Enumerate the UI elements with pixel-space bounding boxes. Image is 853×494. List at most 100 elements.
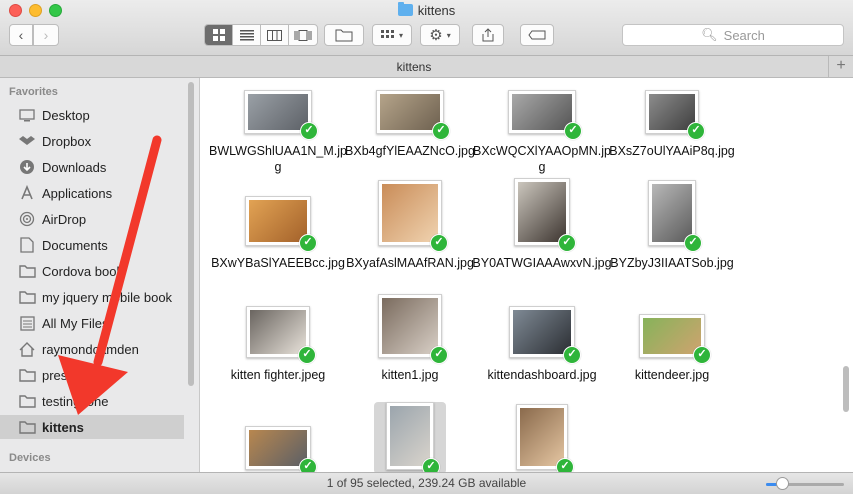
- sidebar-item-label: Cordova book: [42, 263, 123, 279]
- sidebar-item-label: presentations: [42, 367, 121, 383]
- synced-check-icon: ✓: [299, 234, 317, 252]
- sidebar-item-presentations[interactable]: presentations: [0, 363, 184, 387]
- chevron-down-icon: ▾: [398, 30, 403, 40]
- search-placeholder: Search: [723, 27, 765, 43]
- search-icon: 🔍︎: [701, 27, 718, 42]
- list-icon: [239, 29, 254, 40]
- dropbox-icon: [18, 133, 36, 149]
- home-icon: [18, 341, 36, 357]
- synced-check-icon: ✓: [430, 346, 448, 364]
- content-scrollbar[interactable]: [843, 366, 849, 412]
- columns-icon: [267, 29, 282, 41]
- devices-heading: Devices: [9, 452, 51, 464]
- icon-view-button[interactable]: [205, 25, 233, 45]
- share-icon: [482, 28, 494, 42]
- sidebar-item-desktop[interactable]: Desktop: [0, 103, 184, 127]
- tab-kittens[interactable]: kittens: [0, 60, 828, 74]
- airdrop-icon: [18, 211, 36, 227]
- sidebar: Favorites Desktop Dropbox Downloads Applica…: [0, 78, 200, 472]
- folder-icon: [18, 289, 36, 305]
- sidebar-item-testingzone[interactable]: testingzone: [0, 389, 184, 413]
- share-button[interactable]: [472, 24, 504, 46]
- file-name[interactable]: BWLWGShlUAA1N_M.jpg: [208, 143, 348, 175]
- new-folder-button[interactable]: [324, 24, 364, 46]
- sidebar-scrollbar[interactable]: [188, 82, 194, 386]
- sidebar-item-label: raymondcamden: [42, 341, 139, 357]
- file-name[interactable]: BXb4gfYlEAAZNcO.jpg: [340, 143, 480, 159]
- list-view-button[interactable]: [233, 25, 261, 45]
- arrange-button[interactable]: ▾: [372, 24, 412, 46]
- all-files-icon: [18, 315, 36, 331]
- sidebar-item-label: All My Files: [42, 315, 109, 331]
- file-name[interactable]: kittendashboard.jpg: [472, 367, 612, 383]
- action-menu-button[interactable]: ⚙ ▾: [420, 24, 460, 46]
- folder-add-icon: [335, 29, 353, 41]
- synced-check-icon: ✓: [299, 458, 317, 472]
- column-view-button[interactable]: [261, 25, 289, 45]
- status-bar: 1 of 95 selected, 239.24 GB available: [0, 472, 853, 494]
- sidebar-item-label: Downloads: [42, 159, 107, 175]
- sidebar-item-cordova-book[interactable]: Cordova book: [0, 259, 184, 283]
- file-name[interactable]: kitten1.jpg: [340, 367, 480, 383]
- file-name[interactable]: kittendeer.jpg: [602, 367, 742, 383]
- synced-check-icon: ✓: [556, 458, 574, 472]
- back-button[interactable]: ‹: [9, 24, 33, 46]
- synced-check-icon: ✓: [432, 122, 450, 140]
- folder-icon: [397, 2, 413, 16]
- sidebar-item-label: testingzone: [42, 393, 109, 409]
- documents-icon: [18, 237, 36, 253]
- chevron-right-icon: ›: [43, 27, 49, 43]
- tab-bar: kittens +: [0, 56, 853, 78]
- folder-icon: [18, 367, 36, 383]
- view-mode-control: [204, 24, 318, 46]
- sidebar-item-documents[interactable]: Documents: [0, 233, 184, 257]
- sidebar-item-label: my jquery mobile book: [42, 289, 173, 305]
- new-tab-button[interactable]: +: [828, 56, 853, 77]
- file-name[interactable]: BYZbyJ3IIAATSob.jpg: [602, 255, 742, 271]
- file-name[interactable]: BXwYBaSlYAEEBcc.jpg: [208, 255, 348, 271]
- synced-check-icon: ✓: [684, 234, 702, 252]
- sidebar-item-all-my-files[interactable]: All My Files: [0, 311, 184, 335]
- file-name[interactable]: BY0ATWGIAAAwxvN.jpg: [472, 255, 612, 271]
- toolbar: kittens ‹ › ▾ ⚙ ▾ 🔍︎ Search: [0, 0, 853, 56]
- folder-icon: [18, 263, 36, 279]
- downloads-icon: [18, 159, 36, 175]
- synced-check-icon: ✓: [564, 122, 582, 140]
- sidebar-item-raymondcamden[interactable]: raymondcamden: [0, 337, 184, 361]
- synced-check-icon: ✓: [687, 122, 705, 140]
- file-name[interactable]: kitten fighter.jpeg: [208, 367, 348, 383]
- file-name[interactable]: BXyafAslMAAfRAN.jpg: [340, 255, 480, 271]
- sidebar-item-label: Dropbox: [42, 133, 92, 149]
- sidebar-item-label: Desktop: [42, 107, 90, 123]
- synced-check-icon: ✓: [563, 346, 581, 364]
- favorites-heading: Favorites: [9, 86, 58, 98]
- tag-button[interactable]: [520, 24, 554, 46]
- synced-check-icon: ✓: [693, 346, 711, 364]
- sidebar-item-my-jquery-mobile-book[interactable]: my jquery mobile book: [0, 285, 184, 309]
- window-title-text: kittens: [417, 3, 456, 18]
- chevron-down-icon: ▾: [446, 30, 451, 40]
- synced-check-icon: ✓: [430, 234, 448, 252]
- sidebar-item-kittens[interactable]: kittens: [0, 415, 184, 439]
- window-title: kittens: [0, 2, 853, 18]
- slider-knob[interactable]: [775, 477, 789, 490]
- folder-icon: [18, 393, 36, 409]
- file-name[interactable]: BXcWQCXlYAAOpMN.jpg: [472, 143, 612, 175]
- arrange-icon: [380, 30, 394, 38]
- folder-icon: [18, 419, 36, 435]
- sidebar-item-downloads[interactable]: Downloads: [0, 155, 184, 179]
- sidebar-item-label: AirDrop: [42, 211, 87, 227]
- search-field[interactable]: 🔍︎ Search: [622, 24, 844, 46]
- synced-check-icon: ✓: [300, 122, 318, 140]
- coverflow-view-button[interactable]: [289, 25, 317, 45]
- sidebar-item-label: Applications: [42, 185, 113, 201]
- status-text: 1 of 95 selected, 239.24 GB available: [326, 476, 527, 490]
- synced-check-icon: ✓: [298, 346, 316, 364]
- sidebar-item-applications[interactable]: Applications: [0, 181, 184, 205]
- forward-button[interactable]: ›: [33, 24, 59, 46]
- file-name[interactable]: BXsZ7oUlYAAiP8q.jpg: [602, 143, 742, 159]
- sidebar-item-airdrop[interactable]: AirDrop: [0, 207, 184, 231]
- sidebar-item-dropbox[interactable]: Dropbox: [0, 129, 184, 153]
- synced-check-icon: ✓: [422, 458, 440, 472]
- chevron-left-icon: ‹: [18, 27, 24, 43]
